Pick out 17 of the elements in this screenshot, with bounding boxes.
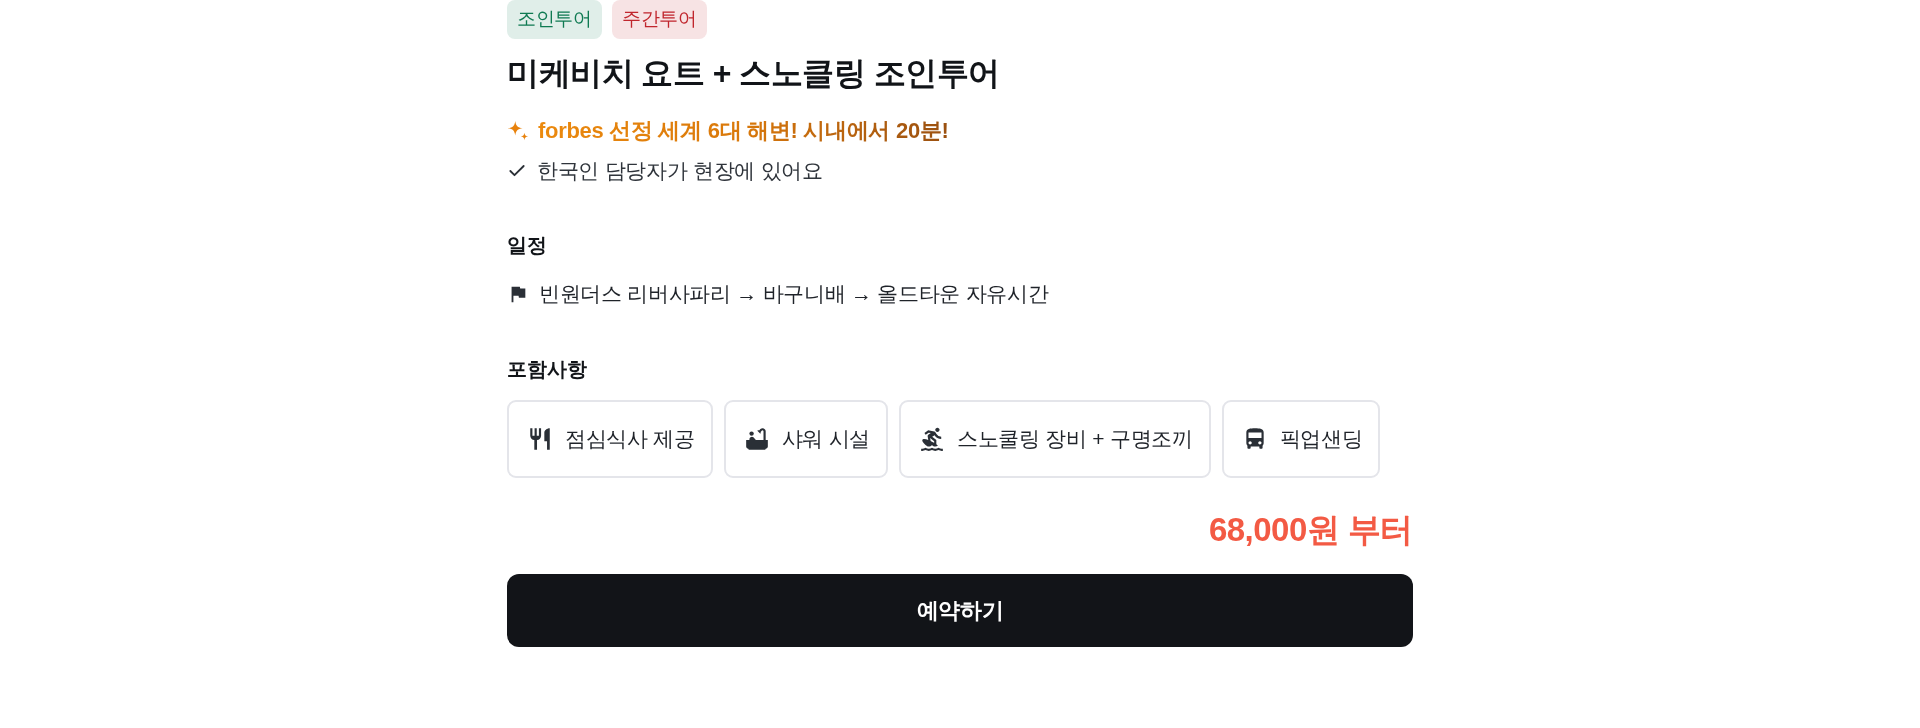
inclusion-label: 점심식사 제공	[565, 426, 695, 453]
inclusion-label: 스노쿨링 장비 + 구명조끼	[957, 426, 1193, 453]
section-heading: 일정	[507, 233, 547, 258]
tour-tag: 주간투어	[611, 0, 707, 39]
bathtub-icon	[743, 426, 770, 452]
surfer-icon	[919, 426, 946, 452]
tour-title: 미케비치 요트 + 스노클링 조인투어	[507, 54, 1000, 93]
fork-knife-icon	[527, 426, 553, 452]
section-heading: 포함사항	[507, 357, 587, 382]
price-text: 68,000원 부터	[1208, 510, 1413, 550]
feature-text: 한국인 담당자가 현장에 있어요	[537, 158, 823, 184]
sparkle-icon	[507, 120, 529, 142]
inclusion-label: 픽업샌딩	[1279, 426, 1363, 453]
tour-tag: 조인투어	[507, 0, 602, 39]
inclusion-label: 샤워 시설	[781, 426, 871, 453]
itinerary-text: 빈원더스 리버사파리 → 바구니배 → 올드타운 자유시간	[539, 281, 1049, 307]
book-button[interactable]: 예약하기	[507, 574, 1413, 647]
